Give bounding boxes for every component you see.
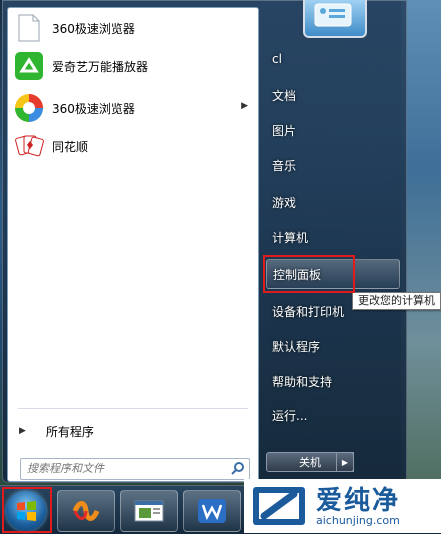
search-input[interactable] xyxy=(27,459,223,477)
places-label: 设备和打印机 xyxy=(272,304,345,319)
360-browser-icon xyxy=(13,92,45,124)
watermark-title: 爱纯净 xyxy=(316,486,401,516)
blank-document-icon xyxy=(13,12,45,44)
places-label: 运行... xyxy=(272,408,308,423)
places-item-computer[interactable]: 计算机 xyxy=(266,222,400,252)
watermark-url: aichunjing.com xyxy=(316,514,400,527)
submenu-arrow-icon[interactable]: ▶ xyxy=(241,101,248,111)
places-item-default-programs[interactable]: 默认程序 xyxy=(266,331,400,361)
divider xyxy=(18,408,248,409)
all-programs-button[interactable]: ▶ 所有程序 xyxy=(10,420,256,442)
programs-pane: 360极速浏览器 爱奇艺万能播放器 360极速浏览器 ▶ 同花顺 ▶ 所有程序 … xyxy=(7,7,259,482)
program-item-360-browser[interactable]: 360极速浏览器 ▶ xyxy=(10,90,256,126)
places-label: cl xyxy=(272,52,282,66)
program-item-iqiyi[interactable]: 爱奇艺万能播放器 xyxy=(10,48,256,84)
tonghuashun-icon xyxy=(13,130,45,162)
places-label: 游戏 xyxy=(272,195,297,210)
wps-icon xyxy=(198,499,226,523)
program-item-tonghuashun[interactable]: 同花顺 xyxy=(10,128,256,164)
search-box[interactable] xyxy=(20,458,250,480)
watermark-logo-icon xyxy=(253,487,305,525)
tooltip: 更改您的计算机 xyxy=(352,292,441,310)
window-icon xyxy=(134,500,164,522)
shutdown-options-button[interactable]: ▶ xyxy=(336,452,354,472)
search-icon[interactable] xyxy=(231,461,245,478)
places-label: 计算机 xyxy=(272,230,309,245)
places-item-user[interactable]: cl xyxy=(266,44,400,74)
annotation-box-start xyxy=(2,487,52,533)
arrow-right-icon: ▶ xyxy=(341,457,349,467)
iqiyi-player-icon xyxy=(13,50,45,82)
all-programs-label: 所有程序 xyxy=(45,424,94,439)
places-item-help[interactable]: 帮助和支持 xyxy=(266,366,400,396)
program-item-360-browser-doc[interactable]: 360极速浏览器 xyxy=(10,10,256,46)
places-item-run[interactable]: 运行... xyxy=(266,400,400,430)
program-label: 360极速浏览器 xyxy=(52,101,135,116)
places-label: 帮助和支持 xyxy=(272,374,333,389)
places-label: 默认程序 xyxy=(272,339,321,354)
places-item-music[interactable]: 音乐 xyxy=(266,150,400,180)
media-player-icon xyxy=(72,501,100,521)
wallpaper xyxy=(401,0,441,490)
taskbar-app-wps[interactable] xyxy=(183,490,241,532)
program-label: 同花顺 xyxy=(52,139,89,154)
places-label: 文档 xyxy=(272,88,297,103)
places-item-pictures[interactable]: 图片 xyxy=(266,115,400,145)
program-label: 爱奇艺万能播放器 xyxy=(52,59,149,74)
annotation-box-control-panel xyxy=(263,255,355,293)
program-label: 360极速浏览器 xyxy=(52,21,135,36)
places-item-games[interactable]: 游戏 xyxy=(266,187,400,217)
places-item-documents[interactable]: 文档 xyxy=(266,80,400,110)
places-label: 音乐 xyxy=(272,158,297,173)
places-pane: cl 文档 图片 音乐 游戏 计算机 控制面板 设备和打印机 默认程序 帮助和支… xyxy=(259,0,405,483)
arrow-right-icon: ▶ xyxy=(19,426,26,436)
watermark: 爱纯净 aichunjing.com xyxy=(244,479,441,533)
taskbar-app-window[interactable] xyxy=(120,490,178,532)
taskbar-app-player[interactable] xyxy=(57,490,115,532)
places-label: 图片 xyxy=(272,123,297,138)
